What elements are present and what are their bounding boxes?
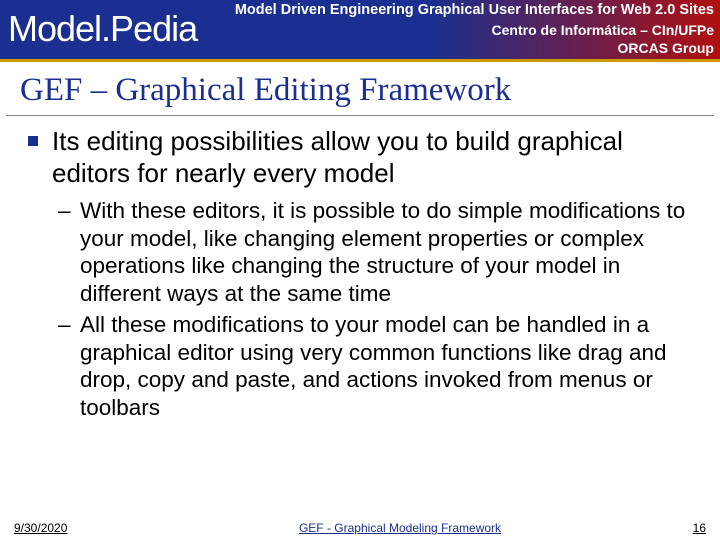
header-affiliation-line1: Centro de Informática – CIn/UFPe <box>492 22 714 38</box>
header-band: Model.Pedia Model Driven Engineering Gra… <box>0 0 720 62</box>
footer: 9/30/2020 GEF - Graphical Modeling Frame… <box>0 516 720 540</box>
header-project-title: Model Driven Engineering Graphical User … <box>200 2 714 18</box>
footer-title: GEF - Graphical Modeling Framework <box>154 521 646 535</box>
footer-page-number: 16 <box>646 521 706 535</box>
slide: Model.Pedia Model Driven Engineering Gra… <box>0 0 720 540</box>
bullet-level1: Its editing possibilities allow you to b… <box>28 126 700 189</box>
header-affiliation-line2: ORCAS Group <box>618 40 714 56</box>
bullet-level2: With these editors, it is possible to do… <box>58 197 700 307</box>
slide-title: GEF – Graphical Editing Framework <box>6 62 714 116</box>
logo-text: Model.Pedia <box>8 8 197 50</box>
bullet-level2: All these modifications to your model ca… <box>58 311 700 421</box>
header-affiliation: Centro de Informática – CIn/UFPe ORCAS G… <box>492 22 714 57</box>
slide-body: Its editing possibilities allow you to b… <box>0 116 720 421</box>
footer-date: 9/30/2020 <box>14 521 154 535</box>
